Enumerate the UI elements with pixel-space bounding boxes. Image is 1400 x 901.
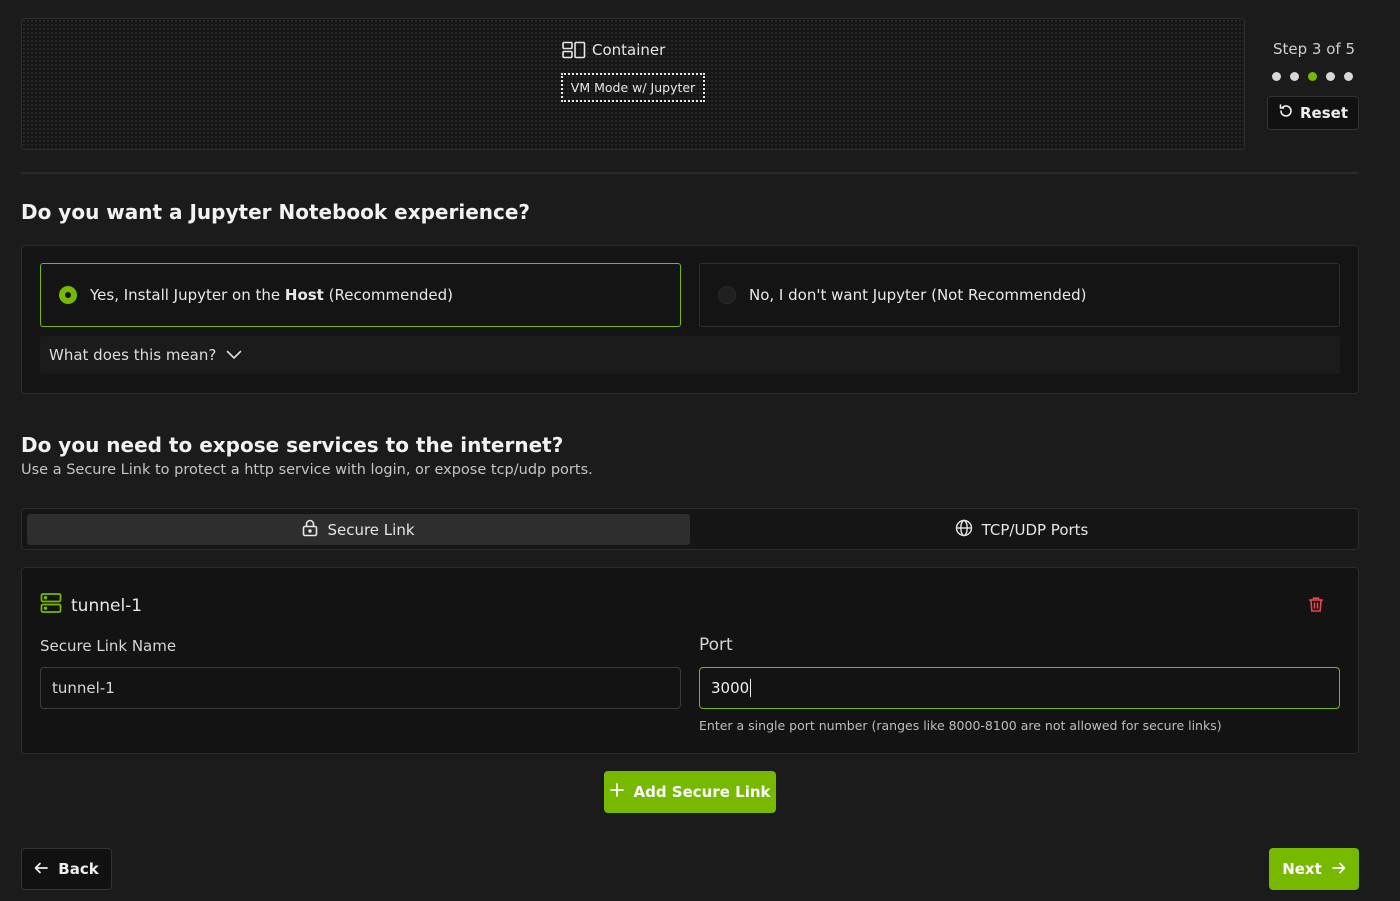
next-button[interactable]: Next bbox=[1269, 848, 1359, 890]
tunnel-title: tunnel-1 bbox=[40, 592, 142, 619]
add-secure-link-label: Add Secure Link bbox=[633, 783, 771, 801]
step-dot-1 bbox=[1272, 72, 1281, 81]
expose-heading: Do you need to expose services to the in… bbox=[21, 433, 564, 457]
step-dot-5 bbox=[1344, 72, 1353, 81]
reset-button[interactable]: Reset bbox=[1267, 96, 1359, 130]
jupyter-option-yes-label: Yes, Install Jupyter on the Host (Recomm… bbox=[90, 286, 453, 304]
tab-tcp-udp-label: TCP/UDP Ports bbox=[981, 520, 1089, 539]
lock-icon bbox=[302, 519, 318, 541]
jupyter-option-no-label: No, I don't want Jupyter (Not Recommende… bbox=[749, 286, 1087, 304]
arrow-left-icon bbox=[34, 860, 49, 878]
jupyter-heading: Do you want a Jupyter Notebook experienc… bbox=[21, 200, 531, 224]
secure-link-name-value: tunnel-1 bbox=[52, 679, 115, 697]
port-label: Port bbox=[699, 635, 733, 655]
back-label: Back bbox=[58, 860, 99, 878]
next-label: Next bbox=[1282, 860, 1322, 878]
expose-tabs: Secure Link TCP/UDP Ports bbox=[21, 508, 1359, 550]
back-button[interactable]: Back bbox=[21, 848, 112, 890]
step-dot-2 bbox=[1290, 72, 1299, 81]
container-icon bbox=[562, 41, 586, 59]
text-caret bbox=[750, 679, 752, 697]
port-value: 3000 bbox=[711, 679, 750, 697]
tab-secure-link[interactable]: Secure Link bbox=[27, 514, 690, 545]
container-label: Container bbox=[562, 41, 665, 59]
tab-tcp-udp-ports[interactable]: TCP/UDP Ports bbox=[690, 514, 1353, 545]
server-icon bbox=[40, 592, 62, 619]
container-text: Container bbox=[592, 41, 666, 59]
environment-preview: Container VM Mode w/ Jupyter bbox=[21, 18, 1245, 150]
expose-subtitle: Use a Secure Link to protect a http serv… bbox=[21, 462, 593, 478]
tunnel-title-text: tunnel-1 bbox=[71, 595, 143, 616]
arrow-right-icon bbox=[1331, 860, 1346, 878]
radio-selected-icon[interactable] bbox=[59, 286, 77, 304]
secure-link-name-label: Secure Link Name bbox=[40, 637, 177, 655]
what-does-this-mean-toggle[interactable]: What does this mean? bbox=[40, 336, 1340, 374]
reset-label: Reset bbox=[1300, 104, 1348, 122]
jupyter-options-panel: Yes, Install Jupyter on the Host (Recomm… bbox=[21, 245, 1359, 394]
reset-icon bbox=[1278, 103, 1294, 123]
vm-mode-tag[interactable]: VM Mode w/ Jupyter bbox=[561, 73, 705, 102]
jupyter-option-no[interactable]: No, I don't want Jupyter (Not Recommende… bbox=[699, 263, 1340, 327]
secure-link-name-input[interactable]: tunnel-1 bbox=[40, 667, 681, 709]
add-secure-link-button[interactable]: Add Secure Link bbox=[604, 771, 776, 813]
secure-link-card: tunnel-1 Secure Link Name Port tunnel-1 … bbox=[21, 567, 1359, 754]
trash-icon bbox=[1308, 597, 1324, 617]
step-dot-3 bbox=[1308, 72, 1317, 81]
delete-link-button[interactable] bbox=[1308, 596, 1324, 617]
jupyter-option-yes[interactable]: Yes, Install Jupyter on the Host (Recomm… bbox=[40, 263, 681, 327]
step-indicator: Step 3 of 5 bbox=[1273, 40, 1356, 58]
help-label: What does this mean? bbox=[49, 346, 217, 364]
chevron-down-icon bbox=[226, 346, 242, 364]
port-hint: Enter a single port number (ranges like … bbox=[699, 718, 1222, 733]
step-dot-4 bbox=[1326, 72, 1335, 81]
tab-secure-link-label: Secure Link bbox=[327, 520, 415, 539]
step-dots bbox=[1272, 72, 1353, 81]
globe-icon bbox=[955, 519, 973, 541]
radio-unselected-icon[interactable] bbox=[718, 286, 736, 304]
port-input[interactable]: 3000 bbox=[699, 667, 1340, 709]
section-divider bbox=[21, 172, 1359, 174]
plus-icon bbox=[609, 783, 624, 801]
